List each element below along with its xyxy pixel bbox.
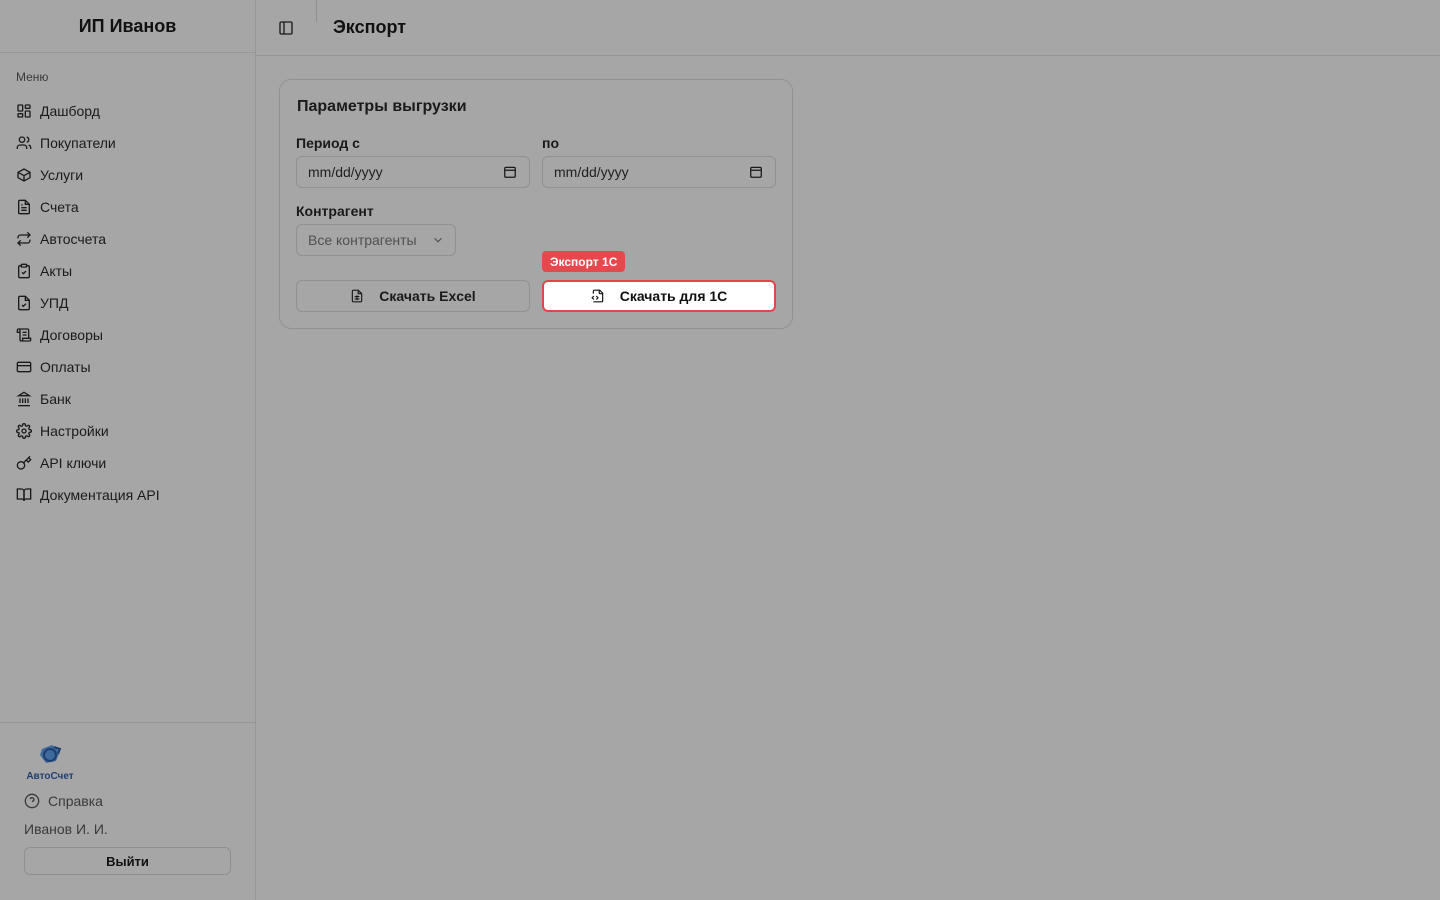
card-title: Параметры выгрузки: [297, 98, 467, 115]
file-code-icon: [591, 289, 603, 303]
help-link[interactable]: Справка: [24, 789, 231, 813]
sidebar-item-label: Банк: [40, 391, 71, 407]
sidebar-item-label: Автосчета: [40, 231, 107, 247]
app-logo: АвтоСчет: [26, 745, 74, 782]
date-from-placeholder: mm/dd/yyyy: [308, 164, 383, 180]
header-divider: [316, 0, 317, 22]
dashboard-icon: [17, 104, 31, 118]
counterparty-value: Все контрагенты: [308, 232, 417, 248]
file-check-icon: [18, 295, 30, 311]
book-icon: [16, 488, 32, 502]
panel-left-icon: [279, 20, 293, 35]
sidebar-item-label: Договоры: [40, 327, 103, 343]
download-excel-button[interactable]: Скачать Excel: [296, 280, 530, 312]
sidebar-item-api-docs[interactable]: Документация API: [8, 479, 247, 511]
sidebar-item-label: Дашборд: [40, 103, 100, 119]
repeat-icon: [17, 231, 31, 247]
sidebar-item-label: Покупатели: [40, 135, 116, 151]
date-from-input[interactable]: mm/dd/yyyy: [296, 156, 530, 188]
sidebar-item-payments[interactable]: Оплаты: [8, 351, 247, 383]
bank-icon: [16, 391, 32, 407]
user-name: Иванов И. И.: [24, 821, 108, 837]
sidebar: ИП Иванов Меню Дашборд Покупатели Услуги…: [0, 0, 256, 900]
box-icon: [17, 168, 31, 182]
sidebar-item-upd[interactable]: УПД: [8, 287, 247, 319]
chevron-down-icon: [434, 237, 442, 243]
file-spreadsheet-icon: [352, 289, 363, 303]
logout-button[interactable]: Выйти: [24, 847, 231, 875]
scroll-icon: [16, 328, 32, 342]
calendar-icon: [750, 166, 762, 178]
download-1c-button[interactable]: Скачать для 1С: [542, 280, 776, 312]
sidebar-item-invoices[interactable]: Счета: [8, 191, 247, 223]
credit-card-icon: [16, 361, 32, 373]
counterparty-select[interactable]: Все контрагенты: [296, 224, 456, 256]
sidebar-item-label: Счета: [40, 199, 79, 215]
counterparty-label: Контрагент: [296, 203, 374, 219]
date-to-input[interactable]: mm/dd/yyyy: [542, 156, 776, 188]
sidebar-item-label: УПД: [40, 295, 69, 311]
sidebar-item-customers[interactable]: Покупатели: [8, 127, 247, 159]
sidebar-item-label: Оплаты: [40, 359, 91, 375]
help-circle-icon: [24, 793, 40, 809]
sidebar-item-label: API ключи: [40, 455, 107, 471]
sidebar-item-label: Настройки: [40, 423, 109, 439]
download-1c-label: Скачать для 1С: [619, 288, 728, 304]
sidebar-item-api-keys[interactable]: API ключи: [8, 447, 247, 479]
period-to-label: по: [542, 135, 560, 151]
sidebar-item-label: Акты: [40, 263, 73, 279]
sidebar-toggle-button[interactable]: [272, 14, 300, 42]
sidebar-item-label: Документация API: [40, 487, 160, 503]
gear-icon: [16, 423, 32, 439]
file-text-icon: [18, 199, 30, 215]
logo-text: АвтоСчет: [26, 771, 73, 782]
users-icon: [16, 136, 32, 149]
menu-caption: Меню: [16, 70, 49, 84]
sidebar-item-bank[interactable]: Банк: [8, 383, 247, 415]
sidebar-item-dashboard[interactable]: Дашборд: [8, 95, 247, 127]
download-excel-label: Скачать Excel: [379, 288, 476, 304]
calendar-icon: [504, 166, 516, 178]
sidebar-footer: АвтоСчет Справка Иванов И. И. Выйти: [0, 722, 255, 900]
help-label: Справка: [48, 793, 103, 809]
sidebar-item-label: Услуги: [40, 167, 84, 183]
sidebar-item-auto-invoices[interactable]: Автосчета: [8, 223, 247, 255]
export-1c-badge: Экспорт 1С: [542, 251, 626, 272]
page-title: Экспорт: [333, 17, 407, 37]
date-to-placeholder: mm/dd/yyyy: [554, 164, 629, 180]
sidebar-item-settings[interactable]: Настройки: [8, 415, 247, 447]
sidebar-item-contracts[interactable]: Договоры: [8, 319, 247, 351]
sidebar-item-services[interactable]: Услуги: [8, 159, 247, 191]
key-icon: [16, 455, 32, 470]
sidebar-nav: Дашборд Покупатели Услуги Счета Автосчет…: [0, 95, 255, 511]
page-header: Экспорт: [256, 0, 1440, 56]
clipboard-check-icon: [18, 263, 30, 279]
export-params-card: Параметры выгрузки Период с по mm/dd/yyy…: [279, 79, 793, 329]
brand-title: ИП Иванов: [0, 0, 255, 53]
period-from-label: Период с: [296, 135, 360, 151]
sidebar-item-acts[interactable]: Акты: [8, 255, 247, 287]
